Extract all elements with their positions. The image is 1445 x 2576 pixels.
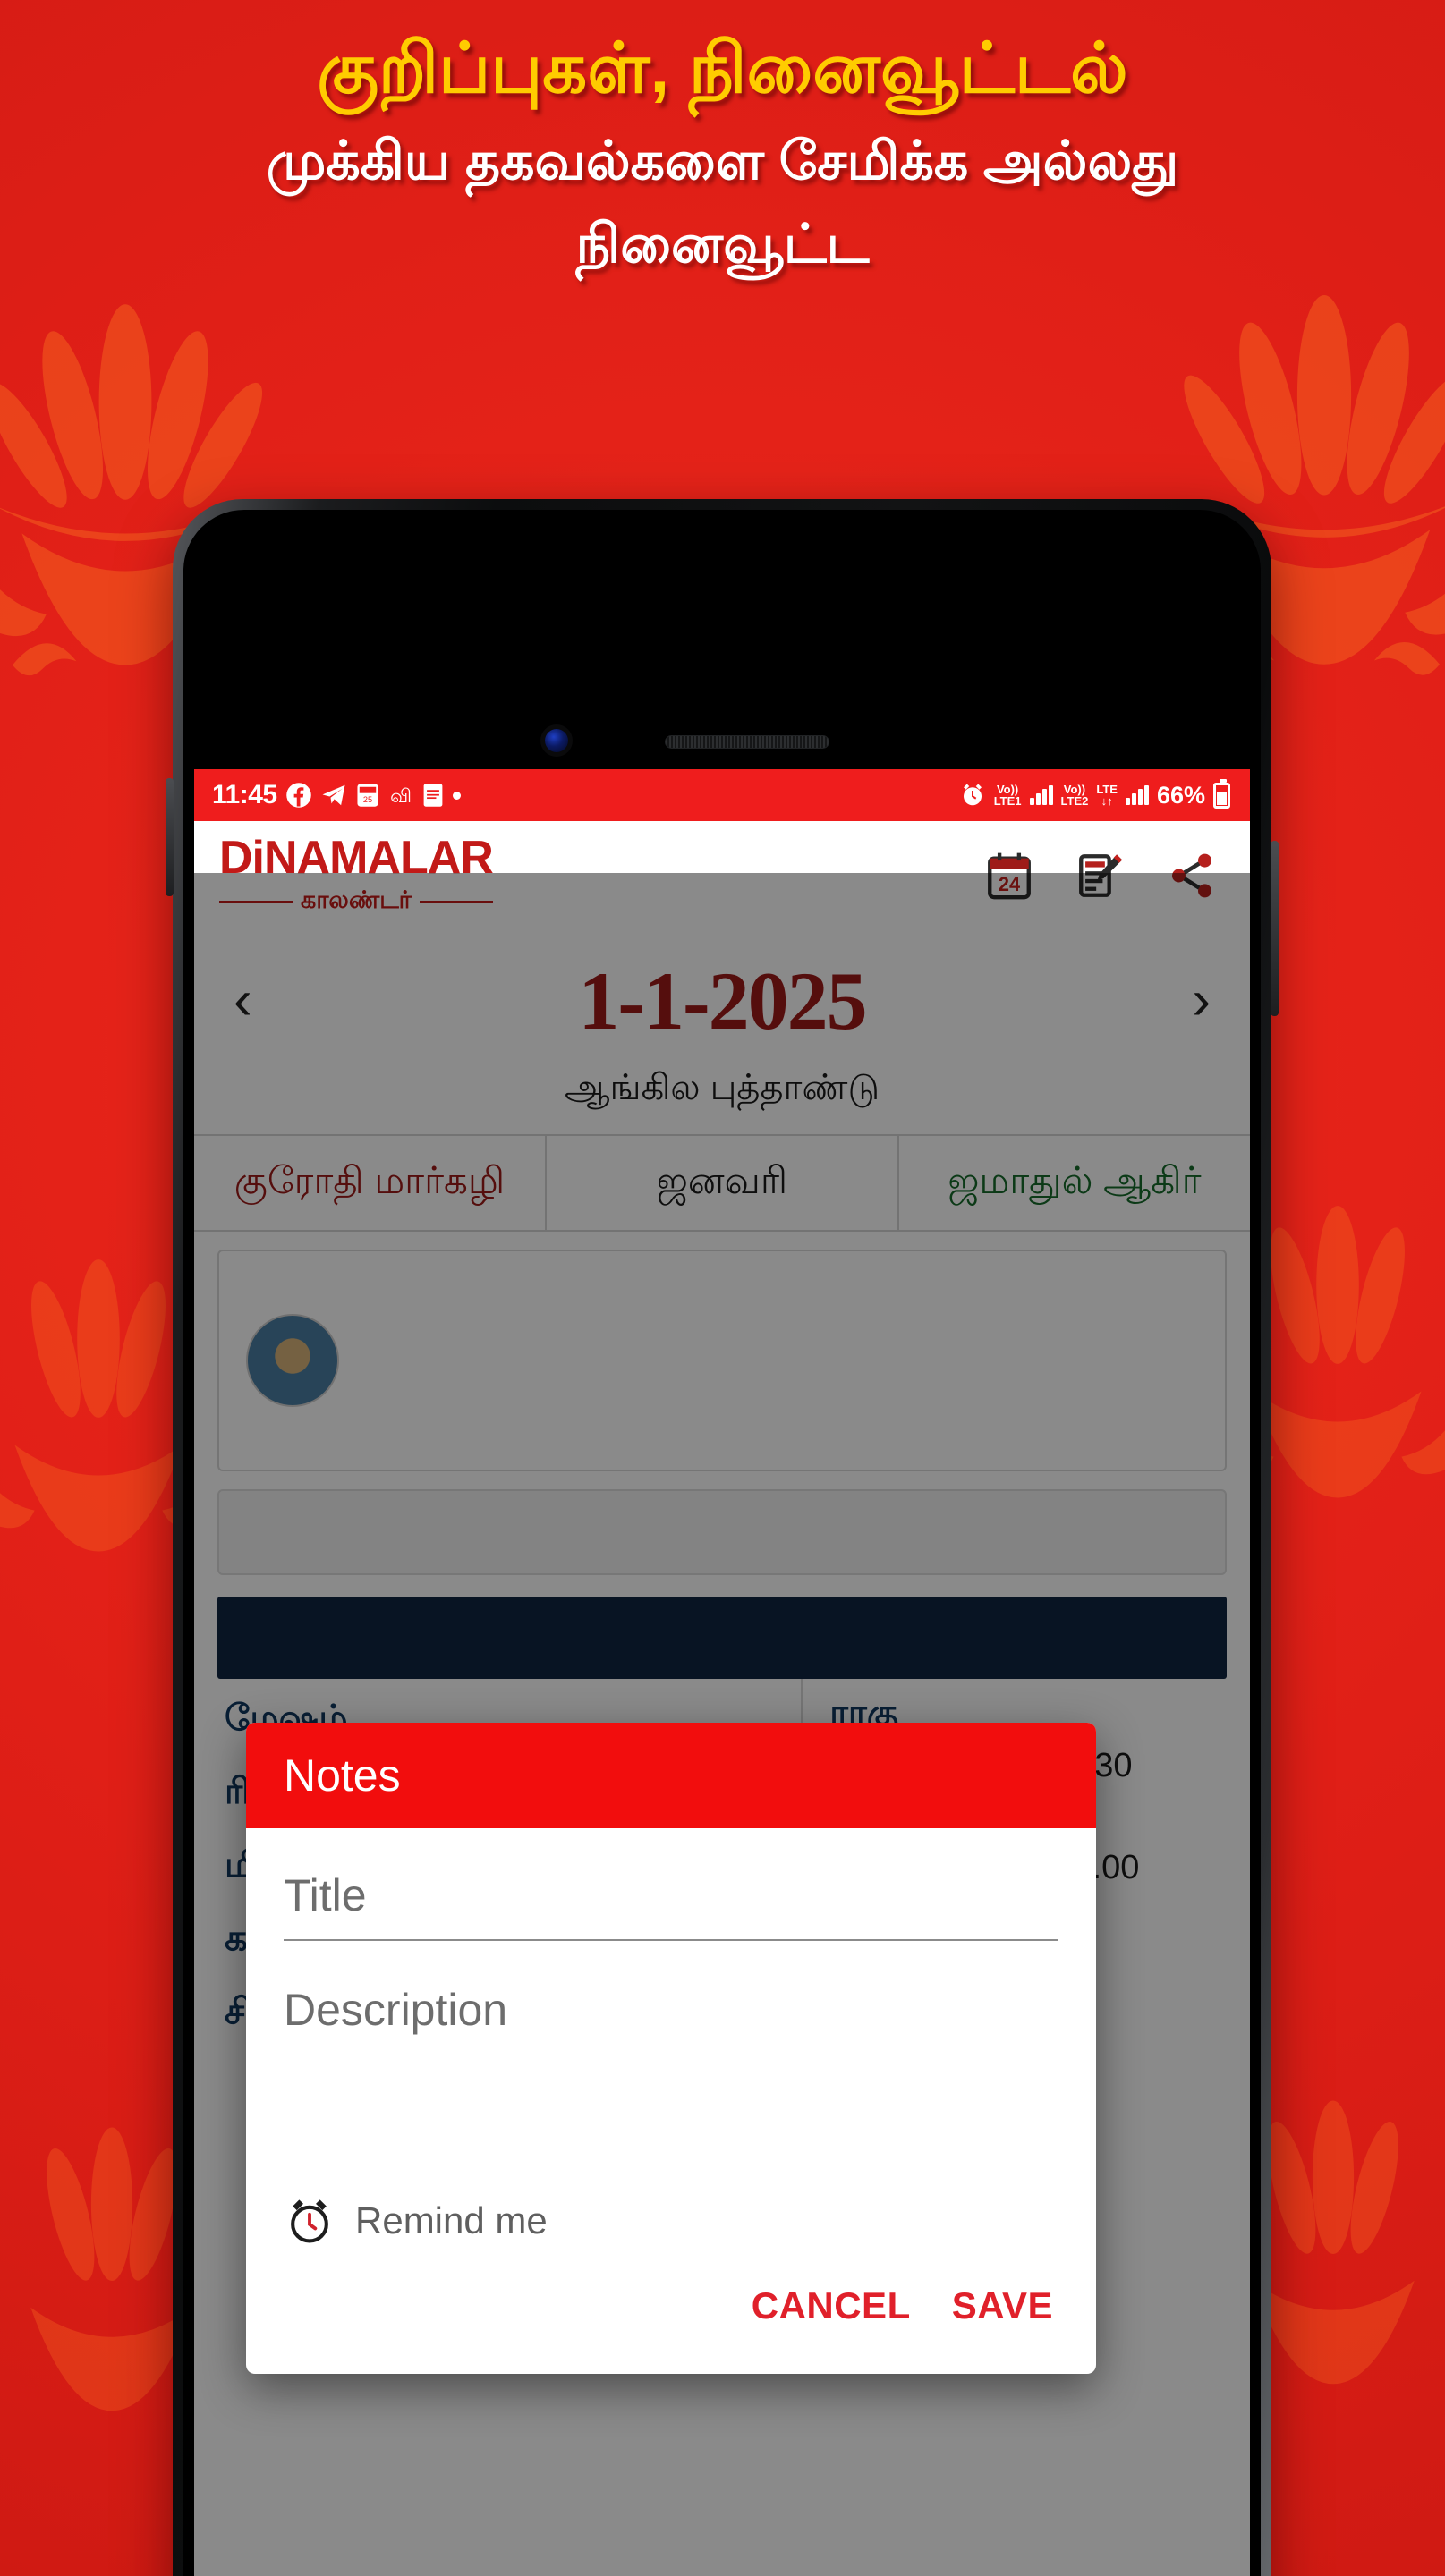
save-button[interactable]: SAVE: [952, 2284, 1053, 2327]
deity-avatar: [246, 1314, 339, 1408]
alarm-status-icon: [959, 782, 986, 809]
festival-name: ஆங்கில புத்தாண்டு: [194, 1057, 1250, 1134]
phone-mockup: 11:45 25 வி Vo)) LTE1 Vo)) LTE2 LTE ↓↑ 6…: [166, 499, 1279, 2576]
signal-bars-2: [1125, 785, 1149, 805]
section-header-bar: [217, 1597, 1227, 1680]
phone-button-left: [166, 778, 174, 896]
phone-frame: 11:45 25 வி Vo)) LTE1 Vo)) LTE2 LTE ↓↑ 6…: [166, 499, 1279, 2576]
current-date: 1-1-2025: [578, 955, 867, 1046]
earpiece-speaker: [665, 735, 829, 749]
volte1-bottom: LTE1: [993, 794, 1022, 808]
remind-me-row[interactable]: Remind me: [246, 2195, 1096, 2247]
deity-card[interactable]: [217, 1250, 1227, 1472]
notes-dialog: Notes Title Description Remind me CANCEL…: [246, 1723, 1096, 2374]
calendar-trio-table: குரோதி மார்கழி ஜனவரி ஜமாதுல் ஆகிர்: [194, 1134, 1250, 1233]
promo-subline-1: முக்கிய தகவல்களை சேமிக்க அல்லது: [266, 130, 1179, 191]
phone-button-right: [1271, 841, 1279, 1016]
english-month: ஜனவரி: [545, 1136, 897, 1231]
lte-indicator: LTE ↓↑: [1096, 784, 1118, 807]
cancel-button[interactable]: CANCEL: [752, 2284, 911, 2327]
notes-dialog-body: Title Description: [246, 1828, 1096, 2190]
volte1-indicator: Vo)) LTE1: [994, 784, 1022, 807]
svg-text:25: 25: [362, 795, 371, 804]
signal-bars-1: [1029, 785, 1053, 805]
calendar-icon[interactable]: 24: [983, 850, 1035, 902]
news-app-icon: [421, 782, 445, 809]
logo-subtitle-row: காலண்டர்: [219, 886, 493, 918]
note-title-input[interactable]: Title: [284, 1869, 1058, 1941]
promo-text-block: குறிப்புகள், நினைவூட்டல் முக்கிய தகவல்கள…: [0, 25, 1445, 279]
status-clock: 11:45: [212, 780, 277, 809]
logo-rule-left: [219, 900, 293, 903]
logo-wordmark: DiNAMALAR: [219, 831, 494, 884]
telegram-icon: [320, 782, 347, 809]
note-description-input[interactable]: Description: [284, 1984, 1058, 2190]
svg-text:வி: வி: [390, 786, 412, 807]
content-strip[interactable]: [217, 1489, 1227, 1576]
tamil-year-month: குரோதி மார்கழி: [234, 1159, 506, 1201]
lte-arrows: ↓↑: [1101, 794, 1113, 808]
prev-day-button[interactable]: ‹: [234, 973, 252, 1029]
logo-subtitle: காலண்டர்: [301, 886, 412, 913]
logo-rule-right: [419, 900, 493, 903]
promo-headline: குறிப்புகள், நினைவூட்டல்: [317, 29, 1128, 107]
svg-text:24: 24: [999, 873, 1020, 895]
tamil-app-icon: வி: [388, 782, 413, 809]
date-navigation: ‹ 1-1-2025 ›: [194, 930, 1250, 1057]
share-icon[interactable]: [1166, 850, 1218, 902]
phone-screen: 11:45 25 வி Vo)) LTE1 Vo)) LTE2 LTE ↓↑ 6…: [194, 769, 1250, 2576]
notes-dialog-header: Notes: [246, 1723, 1096, 1828]
app-bar-actions: 24: [983, 850, 1218, 902]
volte2-indicator: Vo)) LTE2: [1061, 784, 1089, 807]
notes-edit-icon[interactable]: [1075, 850, 1126, 902]
dinamalar-logo: DiNAMALAR காலண்டர்: [219, 831, 494, 918]
facebook-icon: [285, 782, 312, 809]
app-content: DiNAMALAR காலண்டர் 24 ‹ 1-1-2025 › ஆங்கி…: [194, 821, 1250, 2576]
status-bar: 11:45 25 வி Vo)) LTE1 Vo)) LTE2 LTE ↓↑ 6…: [194, 769, 1250, 821]
phone-bezel: 11:45 25 வி Vo)) LTE1 Vo)) LTE2 LTE ↓↑ 6…: [183, 510, 1261, 2576]
promo-subline-2: நினைவூட்ட: [575, 213, 870, 274]
remind-me-label: Remind me: [355, 2199, 548, 2241]
dot-icon: [452, 791, 461, 800]
battery-icon: [1213, 778, 1230, 809]
alarm-clock-icon: [284, 2195, 336, 2247]
battery-percent: 66%: [1156, 781, 1205, 809]
notes-dialog-title: Notes: [284, 1750, 401, 1801]
volte2-bottom: LTE2: [1060, 794, 1089, 808]
notes-dialog-actions: CANCEL SAVE: [246, 2247, 1096, 2374]
front-camera-icon: [545, 729, 568, 752]
islamic-month: ஜமாதுல் ஆகிர்: [897, 1136, 1250, 1231]
next-day-button[interactable]: ›: [1192, 973, 1211, 1029]
calendar-app-icon: 25: [355, 782, 380, 809]
app-bar: DiNAMALAR காலண்டர் 24: [194, 821, 1250, 930]
